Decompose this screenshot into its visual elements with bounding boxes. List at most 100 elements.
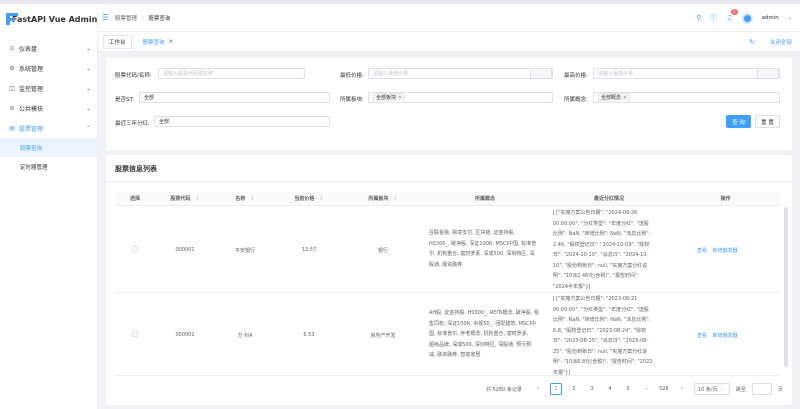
sort-icon[interactable]: ⇕: [319, 196, 323, 202]
cell-concept: AH股, 证金持股, HS300_, REITs概念, 破净股, 租 售同权, …: [429, 308, 547, 361]
avatar[interactable]: [741, 12, 753, 24]
location-icon[interactable]: ⚲: [696, 14, 701, 22]
add-trigger-link[interactable]: 新增触发器: [713, 248, 738, 254]
tab-workbench[interactable]: 工作台: [103, 34, 132, 49]
dividend-line: 明": "10派6.8元(含税)", "报告时间": "2022: [553, 359, 653, 365]
sort-icon[interactable]: ⇕: [250, 196, 254, 202]
column-header-name[interactable]: 名称 ⇕: [215, 192, 275, 206]
column-label: 操作: [720, 196, 731, 202]
row-checkbox[interactable]: [132, 331, 138, 337]
min-price-input[interactable]: 请输入最低价格: [368, 68, 553, 79]
tag-close-icon[interactable]: ✕: [623, 95, 627, 101]
help-icon[interactable]: ⓘ: [710, 13, 717, 23]
sidebar-item-label: 监控管理: [19, 85, 44, 93]
concept-line: 股通, 融资融券: [429, 261, 463, 268]
stock-code-input[interactable]: 请输入股票代码或名称: [158, 68, 305, 79]
next-page-button[interactable]: ›: [676, 383, 688, 395]
dividend-select[interactable]: 全部 ⌄: [154, 116, 330, 127]
sort-icon[interactable]: ⇕: [393, 196, 397, 202]
tag-close-icon[interactable]: ✕: [398, 95, 402, 101]
chevron-down-icon: ⌄: [321, 118, 326, 125]
page-button[interactable]: 5: [622, 383, 634, 395]
stock-table-card: 股票信息列表 选择 股票代码 ⇕ 名称 ⇕ 当前价格 ⇕ 所属板块 ⇕ 所属概念 最近分…: [106, 155, 792, 405]
view-link[interactable]: 查看: [697, 333, 707, 339]
is-st-select[interactable]: 全部 ⌄: [139, 92, 330, 103]
board-select[interactable]: 全部板块 ✕: [368, 92, 553, 103]
sidebar-item-common[interactable]: ⊘ 公共模块 ⌄: [0, 98, 97, 118]
concept-line: 超级品牌, 深成500, 深圳特区, 深股通, 预亏预: [429, 341, 532, 348]
row-select-cell: [115, 246, 155, 254]
chevron-down-icon[interactable]: ⌄: [788, 15, 792, 21]
dividend-line: 日": "2023-08-25", "派息日": "2023-08-: [553, 338, 649, 344]
sidebar-item-dashboard[interactable]: ⊙ 仪表盘 ⌄: [0, 38, 97, 58]
breadcrumb-current: 股票查询: [148, 15, 171, 22]
chevron-down-icon: ⌄: [85, 84, 91, 92]
input-placeholder: 请输入最高价格: [598, 71, 634, 77]
concept-line: 国, 标准普尔, 养老概念, 机构重仓, 富时罗素,: [429, 331, 529, 337]
chevron-down-icon: ⌄: [719, 386, 724, 392]
cell-price: 12.57: [301, 247, 317, 253]
more-pages-ellipsis[interactable]: ···: [640, 383, 652, 395]
sidebar-subitem-timer[interactable]: 定时器管理: [0, 157, 97, 176]
menu-toggle-icon[interactable]: ☰: [102, 13, 112, 22]
page-button[interactable]: 3: [586, 383, 598, 395]
view-link[interactable]: 查看: [697, 248, 707, 254]
page-size-select[interactable]: 10 条/页 ⌄: [693, 383, 730, 395]
cell-code: 000002: [175, 332, 195, 338]
column-header-board[interactable]: 所属板块 ⇕: [343, 192, 423, 206]
column-header-price[interactable]: 当前价格 ⇕: [275, 192, 343, 206]
settings-icon: ⚙: [9, 64, 15, 72]
sidebar-item-system[interactable]: ⚙ 系统管理 ⌄: [0, 58, 97, 78]
page-button[interactable]: 2: [568, 383, 580, 395]
page-button[interactable]: 526: [658, 383, 670, 395]
row-checkbox[interactable]: [132, 246, 138, 252]
column-label: 选择: [129, 196, 140, 202]
input-append-box[interactable]: [530, 68, 552, 79]
close-icon[interactable]: ✕: [169, 39, 174, 45]
dividend-label: 最近三年分红:: [115, 121, 150, 127]
tag-label: 全部板块: [376, 94, 397, 101]
column-label: 所属概念: [474, 196, 495, 202]
close-all-button[interactable]: 关闭全部: [770, 38, 792, 46]
dividend-line: 25", "股份到账日": null, "实施方案分红说: [553, 348, 648, 355]
max-price-input[interactable]: 请输入最高价格: [593, 68, 780, 79]
table-scrollbar[interactable]: [784, 207, 788, 367]
notification-badge: 1: [731, 9, 738, 15]
prev-page-button[interactable]: ‹: [532, 383, 544, 395]
dividend-line: [{"实施方案公告日期": "2023-08-21: [553, 296, 638, 302]
query-button[interactable]: 查 询: [726, 115, 751, 128]
concept-select[interactable]: 全部概念 ✕: [593, 92, 780, 103]
input-append-box[interactable]: [757, 68, 779, 79]
chevron-down-icon: ⌄: [85, 104, 91, 112]
min-price-label: 最低价格:: [340, 73, 364, 79]
dividend-line: 比例": NaN, "转增比例": NaN, "派息比例":: [553, 317, 651, 323]
sidebar-item-label: 股票管理: [19, 125, 44, 133]
user-name[interactable]: admin: [762, 15, 779, 21]
dashboard-icon: ⊙: [9, 44, 15, 52]
sidebar-item-stock[interactable]: ▤ 股票管理 ⌃: [0, 118, 97, 138]
dividend-line: 6.8, "股权登记日": "2023-08-24", "除权: [553, 327, 647, 334]
tab-stock-query[interactable]: 股票查询 ✕: [136, 34, 180, 49]
sidebar-subitem-stock-query[interactable]: 股票查询: [0, 138, 97, 157]
add-trigger-link[interactable]: 新增触发器: [713, 333, 738, 339]
notification-bell-icon[interactable]: ♫ 1: [726, 9, 738, 22]
cell-actions: 查看 新增触发器: [697, 247, 780, 254]
page-button[interactable]: 1: [549, 383, 562, 395]
goto-page-input[interactable]: [751, 383, 772, 395]
select-value: 全部: [159, 119, 170, 125]
page-button[interactable]: 4: [604, 383, 616, 395]
breadcrumb-separator: /: [141, 15, 144, 22]
cell-board: 房地产开发: [370, 333, 396, 339]
cell-dividend: [{"实施方案公告日期": "2024-09-26 00:00:00", "分红…: [553, 208, 671, 292]
page-suffix: 页: [777, 386, 783, 393]
dividend-line: 日": "2024-10-10", "派息日": "2024-10-: [553, 252, 649, 258]
sidebar-subitem-label: 股票查询: [20, 145, 43, 152]
refresh-icon[interactable]: ↻: [749, 38, 755, 46]
column-header-code[interactable]: 股票代码 ⇕: [155, 192, 215, 206]
cell-actions: 查看 新增触发器: [697, 332, 780, 339]
reset-button[interactable]: 重 置: [755, 115, 780, 128]
sort-icon[interactable]: ⇕: [195, 196, 199, 202]
sidebar-item-monitor[interactable]: ◫ 监控管理 ⌄: [0, 78, 97, 98]
row-select-cell: [115, 331, 155, 339]
breadcrumb-item[interactable]: 股票管理: [115, 16, 137, 22]
